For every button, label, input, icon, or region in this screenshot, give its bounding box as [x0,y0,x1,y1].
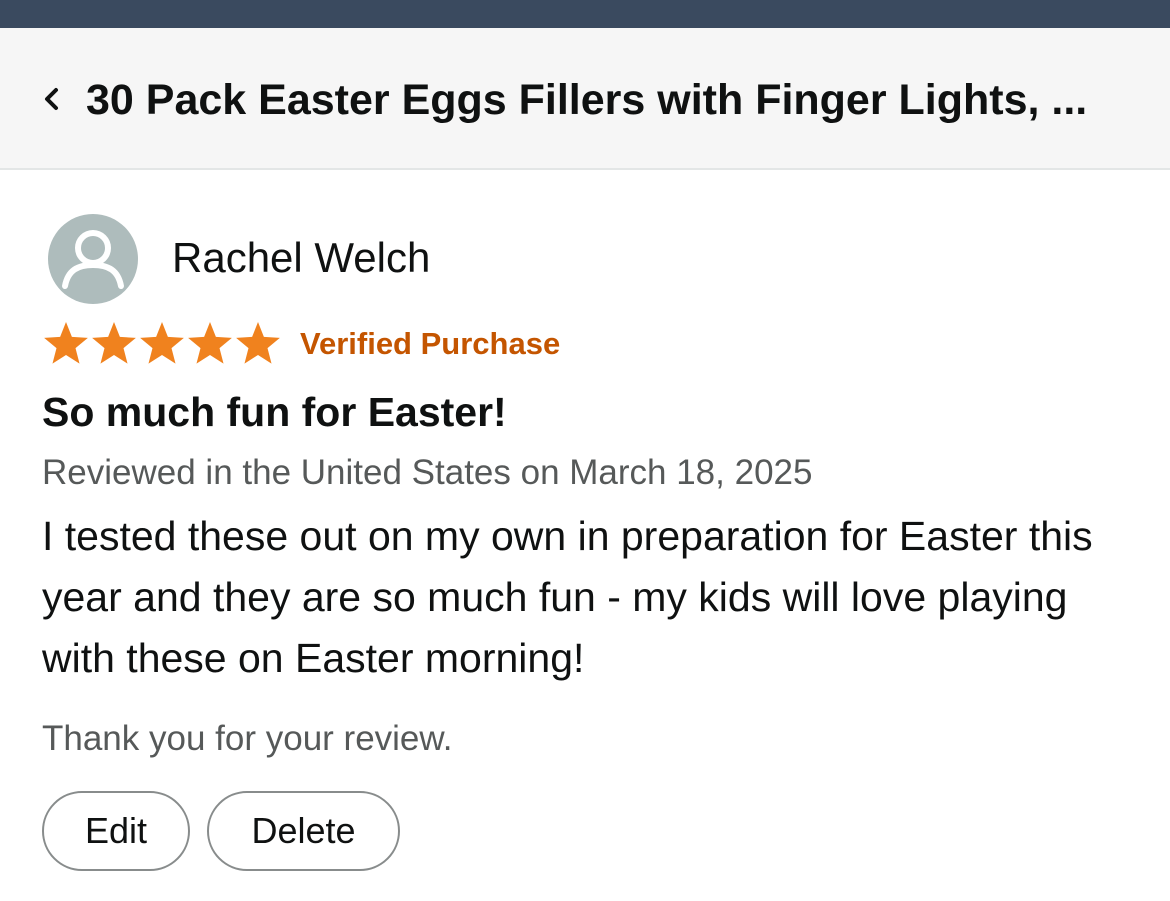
verified-purchase-badge: Verified Purchase [300,326,561,361]
delete-button[interactable]: Delete [207,791,400,871]
edit-button[interactable]: Edit [42,791,190,871]
thank-you-message: Thank you for your review. [42,719,453,758]
status-strip [0,0,1170,28]
star-rating [42,320,282,368]
review-body: I tested these out on my own in preparat… [42,513,1093,681]
review-title: So much fun for Easter! [42,389,507,435]
star-icon [188,322,232,364]
star-icon [92,322,136,364]
star-icon [140,322,184,364]
review-date: Reviewed in the United States on March 1… [42,453,813,492]
user-avatar-icon [48,214,138,304]
star-icon [236,322,280,364]
reviewer-name[interactable]: Rachel Welch [172,232,430,284]
star-icon [44,322,88,364]
chevron-left-icon [45,88,58,110]
product-title[interactable]: 30 Pack Easter Eggs Fillers with Finger … [86,74,1146,126]
page-header: 30 Pack Easter Eggs Fillers with Finger … [0,28,1170,170]
back-button[interactable] [36,84,66,114]
